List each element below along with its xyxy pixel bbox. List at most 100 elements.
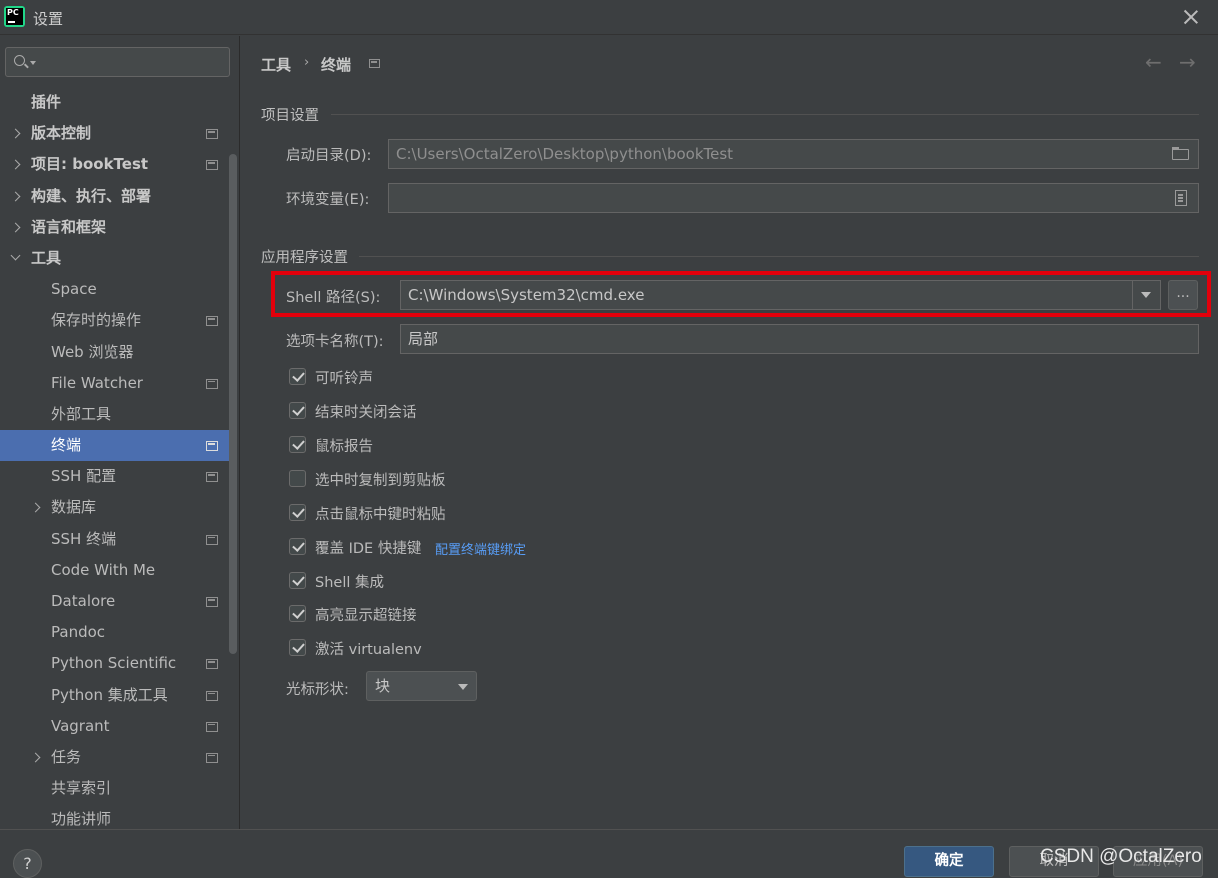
sidebar-item-label: Code With Me [51, 560, 156, 579]
settings-tree: 插件版本控制 项目: bookTest 构建、执行、部署 语言和框架工具 Space 保存… [0, 87, 232, 829]
browse-button[interactable]: ... [1168, 280, 1198, 310]
checkbox-label: 覆盖 IDE 快捷键 [315, 541, 422, 557]
sidebar-item[interactable]: 外部工具 [0, 399, 232, 430]
tab-name-field[interactable]: 局部 [400, 324, 1199, 354]
sidebar-item[interactable]: 共享索引 [0, 773, 232, 804]
search-input[interactable] [38, 51, 223, 73]
title-bar: PC 设置 [0, 0, 1218, 35]
chevron-right-icon[interactable] [30, 502, 41, 513]
tab-name-label: 选项卡名称(T): [286, 334, 384, 350]
checkbox-label: 激活 virtualenv [315, 642, 422, 658]
env-vars-label: 环境变量(E): [286, 192, 370, 208]
sidebar-item-label: Space [51, 280, 97, 299]
sidebar-item[interactable]: Web 浏览器 [0, 337, 232, 368]
document-icon[interactable] [1175, 190, 1187, 206]
sidebar-item[interactable]: Python 集成工具 [0, 680, 232, 711]
checkbox[interactable] [289, 538, 306, 555]
section-divider [331, 114, 1199, 115]
project-scope-icon [206, 721, 218, 732]
chevron-right-icon[interactable] [10, 191, 21, 202]
env-vars-field[interactable] [388, 183, 1199, 213]
checkbox[interactable] [289, 368, 306, 385]
sidebar-item[interactable]: SSH 配置 [0, 461, 232, 492]
sidebar-item-label: 插件 [31, 93, 62, 111]
checkbox-label: 结束时关闭会话 [315, 405, 417, 421]
sidebar-item-label: 外部工具 [51, 404, 112, 423]
start-dir-label: 启动目录(D): [286, 148, 372, 164]
checkbox[interactable] [289, 436, 306, 453]
project-scope-icon [206, 659, 218, 670]
sidebar-item-label: 终端 [51, 436, 82, 455]
project-scope-icon [369, 59, 380, 68]
sidebar-item-label: Python 集成工具 [51, 685, 168, 704]
project-scope-icon [206, 316, 218, 327]
sidebar-item[interactable]: Vagrant [0, 711, 232, 742]
folder-icon[interactable] [1172, 147, 1190, 160]
sidebar-item[interactable]: Space [0, 274, 232, 305]
sidebar-item[interactable]: 功能讲师 [0, 804, 232, 829]
chevron-right-icon[interactable] [10, 159, 21, 170]
watermark: CSDN @OctalZero [1040, 846, 1202, 867]
chevron-right-icon[interactable] [10, 128, 21, 139]
back-arrow-icon[interactable]: ← [1145, 50, 1162, 74]
forward-arrow-icon[interactable]: → [1179, 50, 1196, 74]
sidebar-item[interactable]: 数据库 [0, 492, 232, 523]
chevron-down-icon[interactable] [30, 61, 36, 65]
cursor-shape-value: 块 [375, 677, 391, 695]
close-icon[interactable] [1180, 6, 1202, 28]
settings-content: 工具 › 终端 ← → 项目设置 启动目录(D): C:\Users\Octal… [241, 36, 1218, 829]
sidebar-item[interactable]: 任务 [0, 742, 232, 773]
cursor-shape-select[interactable]: 块 [366, 671, 477, 701]
checkbox-label: 可听铃声 [315, 371, 373, 387]
sidebar-item[interactable]: Code With Me [0, 555, 232, 586]
chevron-down-icon[interactable] [10, 250, 21, 261]
checkbox[interactable] [289, 470, 306, 487]
sidebar-item-label: 工具 [31, 248, 62, 267]
sidebar-item[interactable]: 保存时的操作 [0, 305, 232, 336]
keybinding-link[interactable]: 配置终端键绑定 [435, 539, 526, 558]
sidebar-item[interactable]: Python Scientific [0, 648, 232, 679]
sidebar-item-label: SSH 配置 [51, 467, 117, 486]
sidebar-item[interactable]: 版本控制 [0, 118, 232, 149]
checkbox[interactable] [289, 504, 306, 521]
sidebar-item[interactable]: SSH 终端 [0, 524, 232, 555]
shell-path-label: Shell 路径(S): [286, 290, 381, 306]
ok-button[interactable]: 确定 [904, 846, 994, 877]
project-scope-icon [206, 597, 218, 607]
sidebar-item[interactable]: Datalore [0, 586, 232, 617]
sidebar-item[interactable]: Pandoc [0, 617, 232, 648]
dropdown-arrow-icon[interactable] [1141, 292, 1151, 298]
sidebar-item[interactable]: 语言和框架 [0, 212, 232, 243]
sidebar-item-label: 数据库 [51, 498, 97, 517]
breadcrumb-parent[interactable]: 工具 [261, 54, 291, 75]
settings-search[interactable] [5, 47, 230, 77]
start-dir-value: C:\Users\OctalZero\Desktop\python\bookTe… [396, 145, 734, 163]
checkbox[interactable] [289, 572, 306, 589]
window-title: 设置 [33, 10, 64, 28]
sidebar-item-label: 任务 [51, 747, 82, 766]
start-dir-field[interactable]: C:\Users\OctalZero\Desktop\python\bookTe… [388, 139, 1199, 169]
sidebar-item[interactable]: 终端 [0, 430, 232, 462]
help-button[interactable]: ? [13, 849, 42, 878]
sidebar-item-label: 构建、执行、部署 [31, 186, 152, 205]
chevron-right-icon[interactable] [30, 752, 41, 763]
project-scope-icon [206, 690, 218, 701]
sidebar-item[interactable]: 构建、执行、部署 [0, 181, 232, 212]
project-scope-icon [206, 472, 218, 483]
sidebar-item[interactable]: 插件 [0, 87, 232, 118]
checkbox[interactable] [289, 402, 306, 419]
checkbox-label: 选中时复制到剪贴板 [315, 473, 446, 489]
shell-path-combobox[interactable]: C:\Windows\System32\cmd.exe [400, 280, 1161, 310]
project-scope-icon [206, 378, 218, 389]
sidebar-item[interactable]: 项目: bookTest [0, 149, 232, 180]
checkbox[interactable] [289, 639, 306, 656]
project-scope-icon [206, 129, 218, 140]
sidebar-item[interactable]: File Watcher [0, 368, 232, 399]
chevron-right-icon[interactable] [10, 222, 21, 233]
dialog-footer: ? 确定 取消 应用(A) CSDN @OctalZero [0, 829, 1218, 878]
sidebar-item[interactable]: 工具 [0, 243, 232, 274]
sidebar-scrollbar[interactable] [229, 154, 237, 654]
search-icon[interactable] [14, 55, 25, 66]
sidebar-item-label: 语言和框架 [31, 217, 107, 236]
checkbox[interactable] [289, 605, 306, 622]
